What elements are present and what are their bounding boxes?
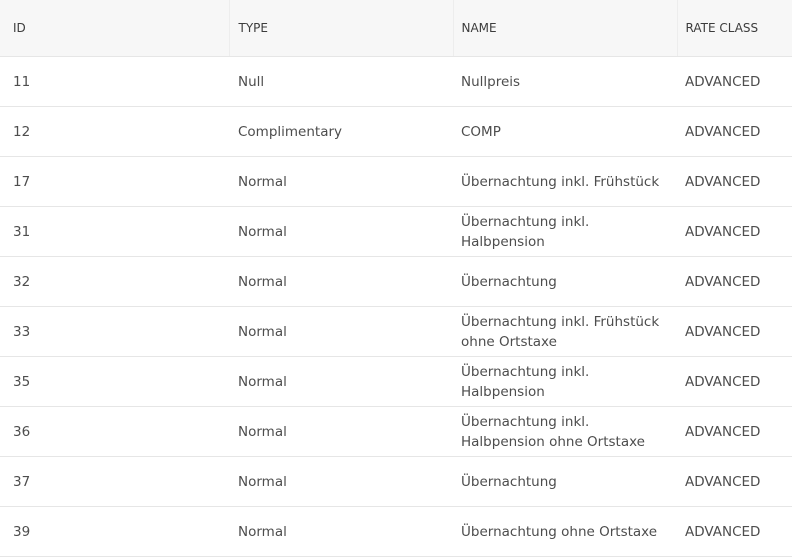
cell-type: Null [229, 56, 453, 107]
column-header-rate-class[interactable]: RATE CLASS [677, 0, 792, 57]
cell-id: 39 [0, 506, 229, 557]
cell-type: Normal [229, 406, 453, 457]
cell-id: 12 [0, 106, 229, 157]
table-row[interactable]: 33 Normal Übernachtung inkl. Frühstück o… [0, 306, 792, 357]
cell-rate-class: ADVANCED [677, 156, 792, 207]
table-header: ID TYPE NAME RATE CLASS [0, 0, 792, 57]
cell-name: Übernachtung ohne Ortstaxe [453, 506, 677, 557]
cell-rate-class: ADVANCED [677, 506, 792, 557]
cell-rate-class: ADVANCED [677, 356, 792, 407]
cell-id: 35 [0, 356, 229, 407]
table-row[interactable]: 17 Normal Übernachtung inkl. Frühstück A… [0, 156, 792, 207]
cell-name: Übernachtung inkl. Frühstück [453, 156, 677, 207]
table-row[interactable]: 35 Normal Übernachtung inkl. Halbpension… [0, 356, 792, 407]
cell-rate-class: ADVANCED [677, 106, 792, 157]
table-row[interactable]: 11 Null Nullpreis ADVANCED [0, 56, 792, 107]
column-header-name[interactable]: NAME [453, 0, 678, 57]
rates-table: ID TYPE NAME RATE CLASS 11 Null Nullprei… [0, 0, 792, 557]
cell-id: 32 [0, 256, 229, 307]
cell-name: Übernachtung inkl. Frühstück ohne Ortsta… [453, 306, 677, 357]
column-header-id[interactable]: ID [0, 0, 230, 57]
cell-rate-class: ADVANCED [677, 256, 792, 307]
cell-type: Normal [229, 156, 453, 207]
table-row[interactable]: 36 Normal Übernachtung inkl. Halbpension… [0, 406, 792, 457]
column-header-type[interactable]: TYPE [229, 0, 454, 57]
cell-rate-class: ADVANCED [677, 456, 792, 507]
cell-name: Übernachtung [453, 256, 677, 307]
cell-name: Übernachtung inkl. Halbpension ohne Orts… [453, 406, 677, 457]
table-row[interactable]: 37 Normal Übernachtung ADVANCED [0, 456, 792, 507]
cell-type: Normal [229, 206, 453, 257]
table-body: 11 Null Nullpreis ADVANCED 12 Compliment… [0, 56, 792, 557]
table-row[interactable]: 12 Complimentary COMP ADVANCED [0, 106, 792, 157]
cell-name: Übernachtung [453, 456, 677, 507]
cell-id: 31 [0, 206, 229, 257]
cell-id: 37 [0, 456, 229, 507]
cell-rate-class: ADVANCED [677, 406, 792, 457]
cell-name: Nullpreis [453, 56, 677, 107]
table-row[interactable]: 39 Normal Übernachtung ohne Ortstaxe ADV… [0, 506, 792, 557]
cell-name: Übernachtung inkl. Halbpension [453, 206, 677, 257]
cell-type: Normal [229, 306, 453, 357]
header-row: ID TYPE NAME RATE CLASS [0, 0, 792, 57]
cell-name: Übernachtung inkl. Halbpension [453, 356, 677, 407]
cell-type: Complimentary [229, 106, 453, 157]
cell-id: 33 [0, 306, 229, 357]
cell-type: Normal [229, 506, 453, 557]
table-row[interactable]: 31 Normal Übernachtung inkl. Halbpension… [0, 206, 792, 257]
cell-id: 11 [0, 56, 229, 107]
cell-type: Normal [229, 256, 453, 307]
cell-id: 36 [0, 406, 229, 457]
cell-id: 17 [0, 156, 229, 207]
cell-name: COMP [453, 106, 677, 157]
table-row[interactable]: 32 Normal Übernachtung ADVANCED [0, 256, 792, 307]
cell-type: Normal [229, 456, 453, 507]
cell-rate-class: ADVANCED [677, 206, 792, 257]
cell-rate-class: ADVANCED [677, 56, 792, 107]
cell-rate-class: ADVANCED [677, 306, 792, 357]
cell-type: Normal [229, 356, 453, 407]
